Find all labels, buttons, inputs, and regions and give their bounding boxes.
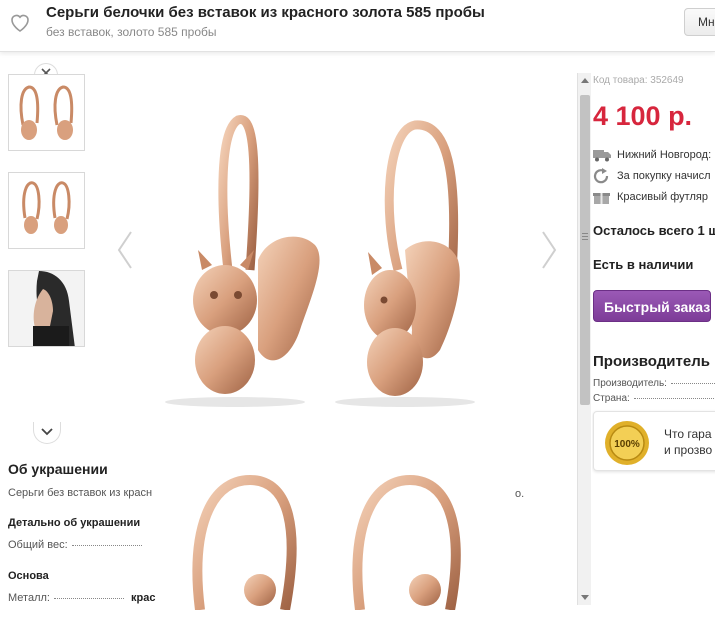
scroll-down-arrow-icon[interactable] — [578, 589, 592, 605]
metal-label: Металл: — [8, 592, 50, 604]
refresh-icon — [593, 168, 609, 184]
manufacturer-label: Производитель: — [593, 378, 667, 389]
manufacturer-heading: Производитель и — [593, 353, 715, 370]
thumbnail-2[interactable] — [8, 172, 85, 249]
metal-value: крас — [131, 592, 156, 604]
weight-row: Общий вес: — [8, 539, 142, 551]
scrollbar-thumb[interactable] — [580, 95, 590, 405]
scroll-grip-line — [582, 236, 588, 237]
dotted-leader — [71, 544, 142, 546]
thumbnail-1[interactable] — [8, 74, 85, 151]
scroll-grip-line — [582, 239, 588, 240]
thumbnail-3[interactable] — [8, 270, 85, 347]
product-subtitle: без вставок, золото 585 пробы — [46, 25, 217, 39]
product-header: Серьги белочки без вставок из красного з… — [0, 0, 715, 52]
dotted-leader — [670, 382, 715, 384]
purchase-panel: Код товара: 352649 4 100 р. Нижний Новго… — [592, 73, 715, 619]
about-description-tail: о. — [515, 488, 525, 500]
dotted-leader — [633, 397, 714, 399]
guarantee-badge-icon: 100% — [605, 421, 649, 465]
weight-label: Общий вес: — [8, 539, 68, 551]
availability-status: Есть в наличии — [593, 257, 694, 272]
guarantee-card[interactable]: 100% Что гара и прозво — [593, 411, 715, 471]
guarantee-badge-text: 100% — [614, 439, 640, 450]
chevron-down-icon — [41, 428, 53, 436]
earrings-side-thumbnail-image — [22, 181, 71, 234]
stock-remaining: Осталось всего 1 ш — [593, 223, 715, 238]
model-thumbnail-image — [9, 271, 84, 346]
manufacturer-row: Производитель: — [593, 378, 715, 389]
dotted-leader — [53, 597, 124, 599]
thumbnails-scroll-down-button[interactable] — [33, 422, 61, 444]
earrings-thumbnail-image — [19, 85, 74, 140]
scroll-grip-line — [582, 233, 588, 234]
guarantee-text: Что гара и прозво — [664, 426, 712, 458]
guarantee-line-1: Что гара — [664, 427, 712, 441]
gift-icon — [593, 193, 610, 204]
about-description: Серьги без вставок из красн — [8, 487, 153, 499]
about-heading: Об украшении — [8, 461, 108, 477]
product-main-image[interactable] — [150, 100, 490, 420]
guarantee-line-2: и прозво — [664, 443, 713, 457]
chevron-left-icon[interactable] — [116, 230, 134, 270]
metal-row: Металл: крас — [8, 592, 156, 604]
product-secondary-image[interactable] — [180, 470, 510, 610]
country-label: Страна: — [593, 393, 630, 404]
scroll-up-arrow-icon[interactable] — [578, 73, 592, 89]
details-heading: Детально об украшении — [8, 517, 141, 529]
product-code: Код товара: 352649 — [593, 75, 684, 86]
bonus-text: За покупку начисл — [617, 170, 711, 182]
chevron-right-icon[interactable] — [540, 230, 558, 270]
base-heading: Основа — [8, 570, 49, 582]
country-row: Страна: — [593, 393, 714, 404]
delivery-text: Нижний Новгород: — [617, 149, 712, 161]
gift-text: Красивый футляр — [617, 191, 708, 203]
truck-icon — [593, 150, 611, 162]
scrollbar[interactable] — [577, 73, 591, 605]
price: 4 100 р. — [593, 101, 693, 131]
product-title: Серьги белочки без вставок из красного з… — [46, 4, 485, 21]
more-button[interactable]: Мн — [684, 8, 715, 36]
quick-order-button[interactable]: Быстрый заказ — [593, 290, 711, 322]
heart-icon[interactable] — [8, 10, 32, 34]
